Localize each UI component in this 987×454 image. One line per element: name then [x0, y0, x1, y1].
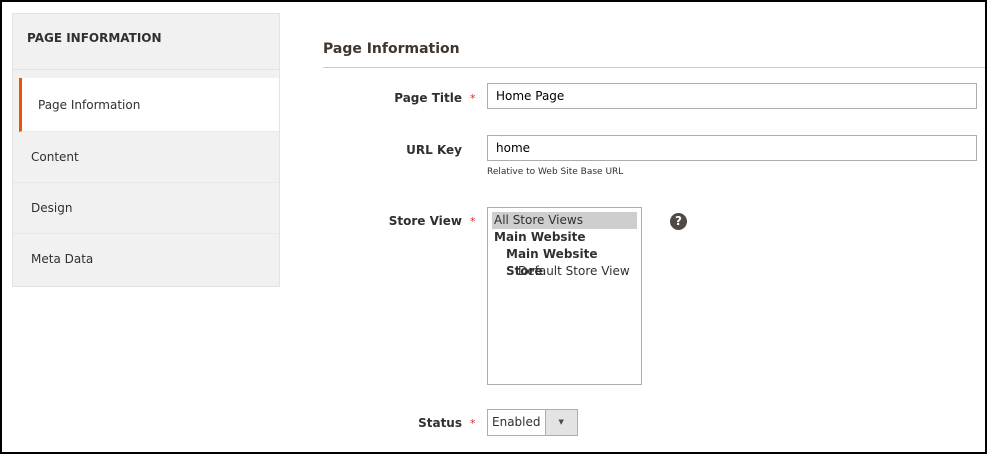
store-view-option[interactable]: Main Website [492, 229, 637, 246]
page-title-input[interactable] [487, 83, 977, 109]
store-view-label: Store View [388, 214, 462, 228]
store-view-option[interactable]: Main Website Store [492, 246, 637, 278]
required-star: * [470, 417, 476, 430]
status-value: Enabled [492, 415, 541, 429]
sidebar-title: PAGE INFORMATION [13, 14, 279, 70]
status-label: Status [418, 416, 462, 430]
store-view-option[interactable]: All Store Views [492, 212, 637, 229]
section-divider [323, 67, 985, 68]
sidebar-item-design[interactable]: Design [13, 183, 279, 234]
sidebar-item-page-information[interactable]: Page Information [19, 78, 279, 132]
section-title: Page Information [323, 41, 460, 57]
url-key-label: URL Key [406, 143, 462, 157]
sidebar-item-content[interactable]: Content [13, 132, 279, 183]
required-star: * [470, 215, 476, 228]
url-key-note: Relative to Web Site Base URL [487, 167, 624, 177]
required-star: * [470, 92, 476, 105]
store-view-multiselect[interactable]: All Store Views Main Website Main Websit… [487, 207, 642, 385]
sidebar-item-meta-data[interactable]: Meta Data [13, 234, 279, 285]
sidebar: PAGE INFORMATION Page Information Conten… [12, 13, 280, 287]
page-title-label: Page Title [394, 91, 462, 105]
help-icon[interactable]: ? [670, 213, 687, 230]
url-key-input[interactable] [487, 135, 977, 161]
chevron-down-icon[interactable]: ▼ [544, 410, 577, 435]
status-select[interactable]: Enabled ▼ [487, 409, 578, 436]
